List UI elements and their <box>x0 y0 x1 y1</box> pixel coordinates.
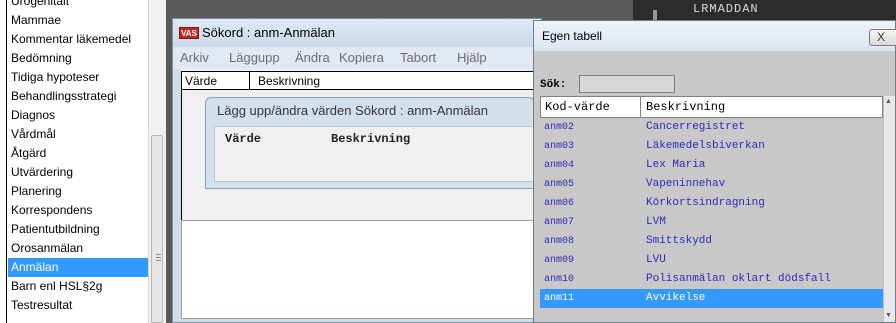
keyword-list[interactable]: Urogenitalt Mammae Kommentar läkemedel Bedö… <box>0 0 149 323</box>
row-kod-varde: anm07 <box>544 217 575 228</box>
keyword-item[interactable]: Anmälan <box>8 258 148 277</box>
row-beskrivning: Polisanmälan oklart dödsfall <box>646 273 831 285</box>
keyword-item[interactable]: Vårdmål <box>8 125 148 144</box>
keyword-item[interactable]: Mammae <box>8 11 148 30</box>
values-grid-header: Värde Beskrivning <box>181 71 535 90</box>
menu-tabort[interactable]: Tabort <box>400 50 436 65</box>
menu-hjalp[interactable]: Hjälp <box>457 50 487 65</box>
column-separator <box>249 72 250 89</box>
keyword-item[interactable]: Behandlingsstrategi <box>8 87 148 106</box>
egen-tabell-title: Egen tabell <box>542 29 603 43</box>
row-beskrivning: LVM <box>646 216 666 228</box>
thumb-grip <box>156 257 161 258</box>
keyword-item[interactable]: Bedömning <box>8 49 148 68</box>
keyword-item[interactable]: Testresultat <box>8 296 148 315</box>
row-kod-varde: anm11 <box>544 293 575 304</box>
close-button[interactable]: X <box>869 29 896 46</box>
egen-tabell-client: Sök: Kod-värde Beskrivning anm02 Cancerre… <box>534 51 895 322</box>
keyword-item[interactable]: Orosanmälan <box>8 239 148 258</box>
table-row[interactable]: anm06 Körkortsindragning <box>540 194 883 213</box>
keyword-item[interactable]: Kommentar läkemedel <box>8 30 148 49</box>
row-beskrivning: Körkortsindragning <box>646 197 765 209</box>
table-row[interactable]: anm10 Polisanmälan oklart dödsfall <box>540 270 883 289</box>
row-beskrivning: Vapeninnehav <box>646 178 726 190</box>
row-kod-varde: anm06 <box>544 198 575 209</box>
column-header-beskrivning[interactable]: Beskrivning <box>258 74 320 88</box>
row-kod-varde: anm10 <box>544 274 575 285</box>
table-row[interactable]: anm09 LVU <box>540 251 883 270</box>
row-kod-varde: anm04 <box>544 160 575 171</box>
edit-dialog-grid[interactable]: Värde Beskrivning <box>214 126 536 182</box>
edit-values-dialog[interactable]: Lägg upp/ändra värden Sökord : anm-Anmäl… <box>205 97 536 189</box>
sokord-titlebar[interactable]: VAS Sökord : anm-Anmälan <box>173 19 541 47</box>
search-label: Sök: <box>540 79 567 91</box>
keyword-list-scrollbar[interactable] <box>148 0 166 323</box>
table-row[interactable]: anm08 Smittskydd <box>540 232 883 251</box>
keyword-item[interactable]: Korrespondens <box>8 201 148 220</box>
row-kod-varde: anm05 <box>544 179 575 190</box>
edit-column-beskrivning: Beskrivning <box>331 132 411 146</box>
row-kod-varde: anm08 <box>544 236 575 247</box>
edit-dialog-title: Lägg upp/ändra värden Sökord : anm-Anmäl… <box>217 103 489 118</box>
sokord-window[interactable]: VAS Sökord : anm-Anmälan Arkiv Läggupp Ä… <box>172 18 542 323</box>
menu-laggupp[interactable]: Läggupp <box>229 50 280 65</box>
row-kod-varde: anm02 <box>544 122 575 133</box>
code-table-header: Kod-värde Beskrivning <box>540 96 883 118</box>
row-beskrivning: Smittskydd <box>646 235 713 247</box>
table-row[interactable]: anm03 Läkemedelsbiverkan <box>540 137 883 156</box>
code-table[interactable]: Kod-värde Beskrivning anm02 Cancerregistr… <box>540 96 883 322</box>
vas-app-icon: VAS <box>179 27 199 39</box>
background-text: LRMADDAN <box>693 2 759 16</box>
table-row[interactable]: anm11 Avvikelse <box>540 289 883 308</box>
column-separator <box>640 97 641 117</box>
row-beskrivning: Avvikelse <box>646 292 706 304</box>
egen-tabell-window[interactable]: Egen tabell X Sök: Kod-värde Beskrivning… <box>533 20 896 323</box>
keyword-item[interactable]: Tidiga hypoteser <box>8 68 148 87</box>
menu-andra[interactable]: Ändra <box>295 50 330 65</box>
column-header-kod-varde[interactable]: Kod-värde <box>545 100 610 114</box>
thumb-grip <box>156 254 161 255</box>
column-header-varde[interactable]: Värde <box>185 74 217 88</box>
thumb-grip <box>156 260 161 261</box>
search-input[interactable] <box>579 75 675 93</box>
sokord-menubar: Arkiv Läggupp Ändra Kopiera Tabort Hjälp <box>173 47 541 69</box>
row-beskrivning: Lex Maria <box>646 159 706 171</box>
table-row[interactable]: anm04 Lex Maria <box>540 156 883 175</box>
row-beskrivning: Cancerregistret <box>646 121 746 133</box>
sokord-client-area: Värde Beskrivning Lägg upp/ändra värden … <box>181 69 536 319</box>
code-table-scrollbar[interactable]: ▲ ▼ <box>883 96 895 322</box>
row-beskrivning: Läkemedelsbiverkan <box>646 140 765 152</box>
keyword-item[interactable]: Planering <box>8 182 148 201</box>
menu-arkiv[interactable]: Arkiv <box>180 50 209 65</box>
table-row[interactable]: anm07 LVM <box>540 213 883 232</box>
keyword-item[interactable]: Åtgärd <box>8 144 148 163</box>
row-kod-varde: anm03 <box>544 141 575 152</box>
row-beskrivning: LVU <box>646 254 666 266</box>
keyword-item[interactable]: Diagnos <box>8 106 148 125</box>
keyword-item[interactable]: Utvärdering <box>8 163 148 182</box>
table-row[interactable]: anm02 Cancerregistret <box>540 118 883 137</box>
list-guide-line <box>6 0 7 323</box>
table-row[interactable]: anm05 Vapeninnehav <box>540 175 883 194</box>
close-icon: X <box>877 30 886 44</box>
scroll-up-icon[interactable]: ▲ <box>885 98 892 105</box>
keyword-item[interactable]: Barn enl HSL§2g <box>8 277 148 296</box>
column-header-beskrivning[interactable]: Beskrivning <box>646 100 725 114</box>
scroll-down-icon[interactable]: ▼ <box>885 312 892 319</box>
sokord-window-title: Sökord : anm-Anmälan <box>202 25 335 40</box>
scrollbar-thumb[interactable] <box>151 135 163 323</box>
egen-tabell-titlebar[interactable]: Egen tabell <box>534 21 895 51</box>
details-panel[interactable] <box>181 220 535 319</box>
menu-kopiera[interactable]: Kopiera <box>339 50 384 65</box>
keyword-item[interactable]: Urogenitalt <box>8 0 148 11</box>
keyword-item[interactable]: Patientutbildning <box>8 220 148 239</box>
row-kod-varde: anm09 <box>544 255 575 266</box>
edit-column-varde: Värde <box>225 132 262 146</box>
